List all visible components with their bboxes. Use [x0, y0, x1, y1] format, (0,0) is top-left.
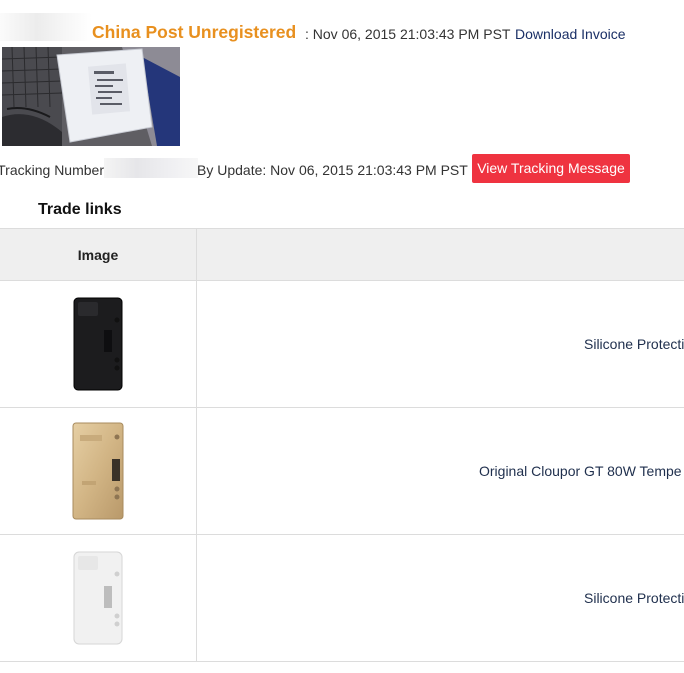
table-row[interactable]: Original Cloupor GT 80W Tempe [0, 408, 684, 535]
title-column-header [197, 229, 684, 280]
trade-links-title: Trade links [38, 201, 122, 218]
product-title-cell: Original Cloupor GT 80W Tempe [197, 408, 684, 534]
tracking-number-label: Tracking Number: [0, 162, 104, 178]
tracking-update-time: By Update: Nov 06, 2015 21:03:43 PM PST [197, 162, 468, 178]
redacted-tracking-number [104, 158, 198, 178]
product-image-cell [0, 281, 197, 407]
product-title-link[interactable]: Silicone Protecti [584, 336, 684, 352]
product-image-cell [0, 408, 197, 534]
shipping-carrier: China Post Unregistered [92, 22, 297, 42]
product-image-cell [0, 535, 197, 661]
product-image[interactable] [68, 421, 128, 521]
ship-date: : Nov 06, 2015 21:03:43 PM PST [305, 26, 511, 42]
download-invoice-link[interactable]: Download Invoice [515, 25, 626, 43]
product-title-cell: Silicone Protecti [197, 281, 684, 407]
image-column-label: Image [77, 246, 119, 263]
product-title-cell: Silicone Protecti [197, 535, 684, 661]
product-image[interactable] [68, 550, 128, 646]
product-image[interactable] [68, 296, 128, 392]
table-row[interactable]: Silicone Protecti [0, 535, 684, 662]
image-column-header: Image [0, 229, 197, 280]
redacted-customer-name [0, 13, 92, 41]
package-photo-image [2, 47, 180, 146]
product-title-link[interactable]: Original Cloupor GT 80W Tempe [479, 463, 682, 479]
view-tracking-message-button[interactable]: View Tracking Message [472, 154, 630, 183]
trade-links-table: Image Silicone Protecti Original Cloupor… [0, 228, 684, 662]
table-header-row: Image [0, 228, 684, 281]
product-title-link[interactable]: Silicone Protecti [584, 590, 684, 606]
table-row[interactable]: Silicone Protecti [0, 281, 684, 408]
package-photo[interactable] [2, 47, 180, 146]
